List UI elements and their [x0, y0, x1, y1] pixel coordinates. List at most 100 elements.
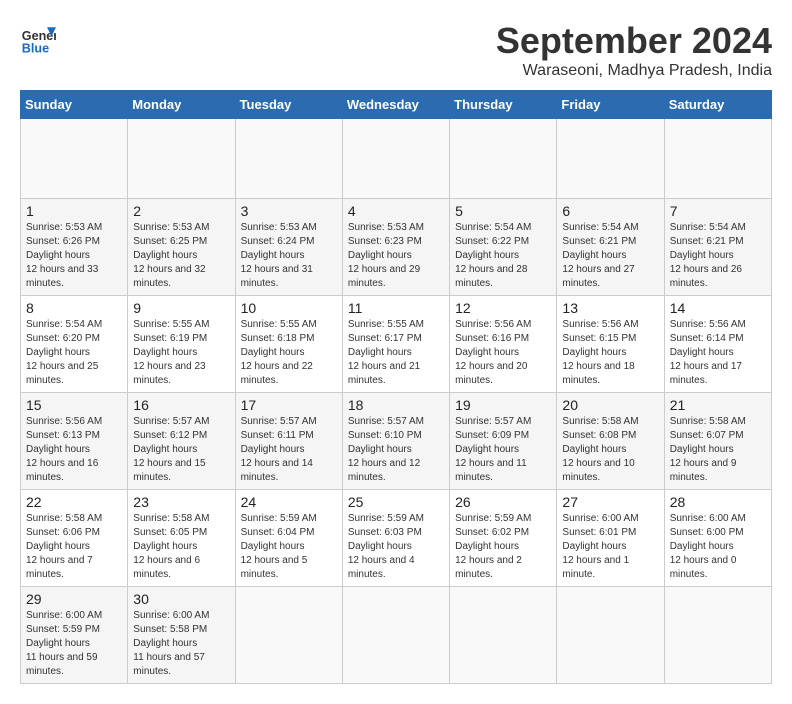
day-number: 5 [455, 203, 551, 219]
calendar-cell: 27Sunrise: 6:00 AMSunset: 6:01 PMDayligh… [557, 490, 664, 587]
day-info: Sunrise: 5:53 AMSunset: 6:23 PMDaylight … [348, 221, 444, 291]
col-wednesday: Wednesday [342, 91, 449, 119]
calendar-cell: 17 Sunrise: 5:57 AMSunset: 6:11 PMDayligh… [235, 393, 342, 490]
day-number: 24 [241, 494, 337, 510]
col-monday: Monday [128, 91, 235, 119]
calendar-cell [450, 119, 557, 199]
day-number: 19 [455, 397, 551, 413]
day-info: Sunrise: 5:54 AMSunset: 6:21 PMDaylight … [670, 221, 766, 291]
calendar-cell: 28Sunrise: 6:00 AMSunset: 6:00 PMDayligh… [664, 490, 771, 587]
calendar-cell: 3 Sunrise: 5:53 AMSunset: 6:24 PMDaylight… [235, 199, 342, 296]
day-number: 20 [562, 397, 658, 413]
svg-text:Blue: Blue [22, 41, 49, 55]
day-info: Sunrise: 5:55 AMSunset: 6:17 PMDaylight … [348, 318, 444, 388]
day-info: Sunrise: 5:56 AMSunset: 6:13 PMDaylight … [26, 415, 122, 485]
calendar-cell: 21Sunrise: 5:58 AMSunset: 6:07 PMDayligh… [664, 393, 771, 490]
day-info: Sunrise: 5:57 AMSunset: 6:09 PMDaylight … [455, 415, 551, 485]
calendar-cell [664, 119, 771, 199]
calendar-week-0 [21, 119, 772, 199]
day-info: Sunrise: 5:57 AMSunset: 6:11 PMDaylight … [241, 415, 337, 485]
day-info: Sunrise: 5:56 AMSunset: 6:15 PMDaylight … [562, 318, 658, 388]
calendar-cell [235, 119, 342, 199]
calendar-cell [21, 119, 128, 199]
calendar-cell [557, 587, 664, 684]
calendar-week-2: 8 Sunrise: 5:54 AMSunset: 6:20 PMDaylight… [21, 296, 772, 393]
day-info: Sunrise: 5:59 AMSunset: 6:04 PMDaylight … [241, 512, 337, 582]
logo-icon: General Blue [20, 20, 56, 56]
calendar-cell: 19 Sunrise: 5:57 AMSunset: 6:09 PMDayligh… [450, 393, 557, 490]
title-block: September 2024 Waraseoni, Madhya Pradesh… [496, 20, 772, 80]
day-info: Sunrise: 5:54 AMSunset: 6:22 PMDaylight … [455, 221, 551, 291]
calendar-week-1: 1Sunrise: 5:53 AMSunset: 6:26 PMDaylight… [21, 199, 772, 296]
calendar-week-3: 15 Sunrise: 5:56 AMSunset: 6:13 PMDayligh… [21, 393, 772, 490]
day-info: Sunrise: 5:56 AMSunset: 6:14 PMDaylight … [670, 318, 766, 388]
calendar-cell [235, 587, 342, 684]
day-info: Sunrise: 5:54 AMSunset: 6:20 PMDaylight … [26, 318, 122, 388]
day-number: 10 [241, 300, 337, 316]
location: Waraseoni, Madhya Pradesh, India [496, 62, 772, 80]
calendar-cell: 29 Sunrise: 6:00 AMSunset: 5:59 PMDayligh… [21, 587, 128, 684]
day-number: 7 [670, 203, 766, 219]
day-number: 2 [133, 203, 229, 219]
calendar-table: Sunday Monday Tuesday Wednesday Thursday… [20, 90, 772, 684]
calendar-cell: 9 Sunrise: 5:55 AMSunset: 6:19 PMDaylight… [128, 296, 235, 393]
col-sunday: Sunday [21, 91, 128, 119]
day-info: Sunrise: 5:59 AMSunset: 6:03 PMDaylight … [348, 512, 444, 582]
calendar-cell: 25Sunrise: 5:59 AMSunset: 6:03 PMDayligh… [342, 490, 449, 587]
calendar-cell: 12Sunrise: 5:56 AMSunset: 6:16 PMDayligh… [450, 296, 557, 393]
calendar-cell: 10 Sunrise: 5:55 AMSunset: 6:18 PMDayligh… [235, 296, 342, 393]
day-number: 16 [133, 397, 229, 413]
day-number: 12 [455, 300, 551, 316]
calendar-cell: 4 Sunrise: 5:53 AMSunset: 6:23 PMDaylight… [342, 199, 449, 296]
day-info: Sunrise: 5:58 AMSunset: 6:06 PMDaylight … [26, 512, 122, 582]
day-info: Sunrise: 5:55 AMSunset: 6:18 PMDaylight … [241, 318, 337, 388]
day-info: Sunrise: 5:58 AMSunset: 6:07 PMDaylight … [670, 415, 766, 485]
day-info: Sunrise: 5:55 AMSunset: 6:19 PMDaylight … [133, 318, 229, 388]
calendar-cell: 1Sunrise: 5:53 AMSunset: 6:26 PMDaylight… [21, 199, 128, 296]
calendar-cell: 7 Sunrise: 5:54 AMSunset: 6:21 PMDaylight… [664, 199, 771, 296]
calendar-cell [450, 587, 557, 684]
day-number: 4 [348, 203, 444, 219]
calendar-cell: 5 Sunrise: 5:54 AMSunset: 6:22 PMDaylight… [450, 199, 557, 296]
day-info: Sunrise: 6:00 AMSunset: 6:00 PMDaylight … [670, 512, 766, 582]
calendar-cell: 16Sunrise: 5:57 AMSunset: 6:12 PMDayligh… [128, 393, 235, 490]
day-number: 9 [133, 300, 229, 316]
calendar-header-row: Sunday Monday Tuesday Wednesday Thursday… [21, 91, 772, 119]
day-number: 27 [562, 494, 658, 510]
calendar-cell: 23 Sunrise: 5:58 AMSunset: 6:05 PMDayligh… [128, 490, 235, 587]
day-number: 17 [241, 397, 337, 413]
day-number: 30 [133, 591, 229, 607]
day-number: 3 [241, 203, 337, 219]
day-number: 1 [26, 203, 122, 219]
calendar-cell: 22 Sunrise: 5:58 AMSunset: 6:06 PMDayligh… [21, 490, 128, 587]
col-friday: Friday [557, 91, 664, 119]
month-title: September 2024 [496, 20, 772, 62]
logo: General Blue [20, 20, 56, 56]
day-number: 8 [26, 300, 122, 316]
calendar-cell [128, 119, 235, 199]
calendar-cell: 18Sunrise: 5:57 AMSunset: 6:10 PMDayligh… [342, 393, 449, 490]
day-number: 29 [26, 591, 122, 607]
day-number: 26 [455, 494, 551, 510]
calendar-cell: 24 Sunrise: 5:59 AMSunset: 6:04 PMDayligh… [235, 490, 342, 587]
calendar-cell: 30 Sunrise: 6:00 AMSunset: 5:58 PMDayligh… [128, 587, 235, 684]
day-info: Sunrise: 5:53 AMSunset: 6:24 PMDaylight … [241, 221, 337, 291]
calendar-cell [557, 119, 664, 199]
day-info: Sunrise: 6:00 AMSunset: 5:58 PMDaylight … [133, 609, 229, 679]
calendar-cell [664, 587, 771, 684]
day-info: Sunrise: 5:58 AMSunset: 6:08 PMDaylight … [562, 415, 658, 485]
day-number: 23 [133, 494, 229, 510]
calendar-cell: 13Sunrise: 5:56 AMSunset: 6:15 PMDayligh… [557, 296, 664, 393]
day-number: 18 [348, 397, 444, 413]
day-info: Sunrise: 5:53 AMSunset: 6:25 PMDaylight … [133, 221, 229, 291]
day-info: Sunrise: 6:00 AMSunset: 5:59 PMDaylight … [26, 609, 122, 679]
calendar-cell: 26 Sunrise: 5:59 AMSunset: 6:02 PMDayligh… [450, 490, 557, 587]
calendar-cell: 14 Sunrise: 5:56 AMSunset: 6:14 PMDayligh… [664, 296, 771, 393]
col-thursday: Thursday [450, 91, 557, 119]
day-number: 15 [26, 397, 122, 413]
day-info: Sunrise: 5:58 AMSunset: 6:05 PMDaylight … [133, 512, 229, 582]
day-number: 14 [670, 300, 766, 316]
day-number: 22 [26, 494, 122, 510]
day-info: Sunrise: 5:59 AMSunset: 6:02 PMDaylight … [455, 512, 551, 582]
calendar-cell: 11Sunrise: 5:55 AMSunset: 6:17 PMDayligh… [342, 296, 449, 393]
